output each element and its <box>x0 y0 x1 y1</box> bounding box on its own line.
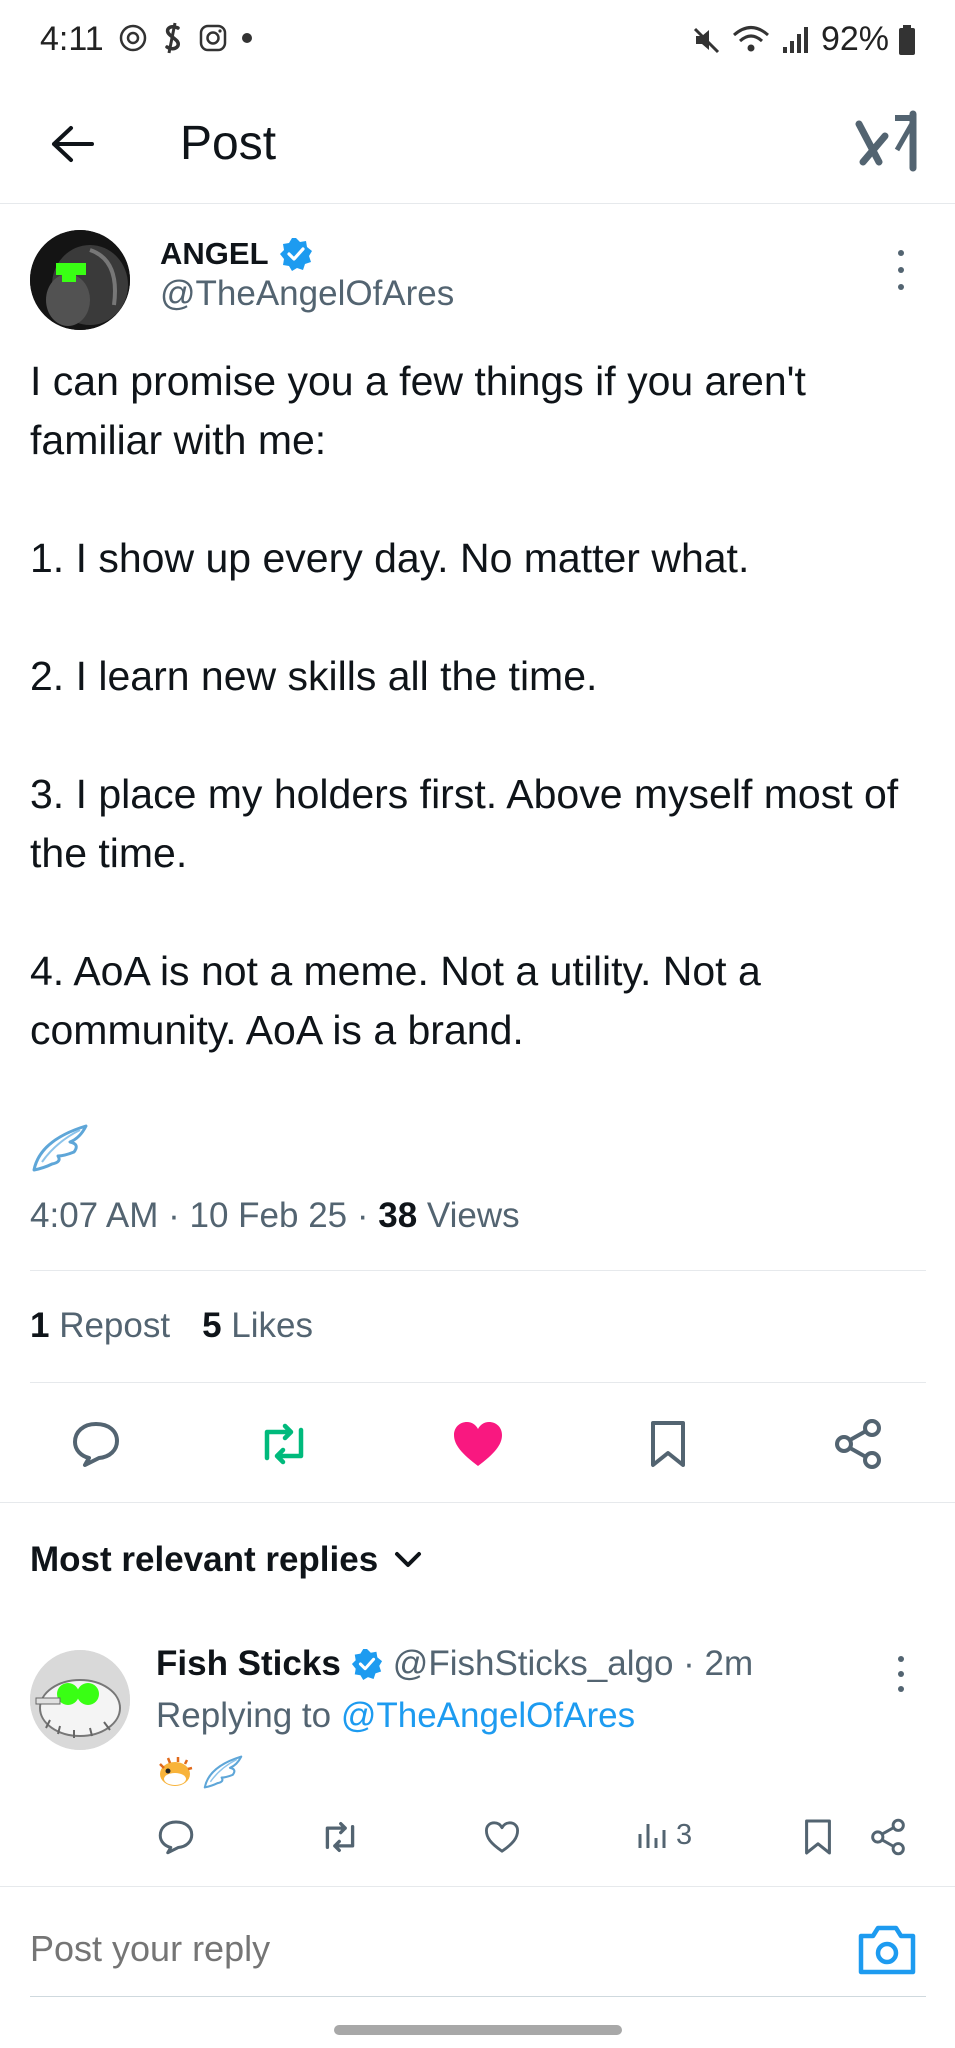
camera-icon <box>858 1925 916 1975</box>
reply-repost-button[interactable] <box>315 1812 365 1862</box>
dollar-icon <box>165 22 180 54</box>
reply-views-button[interactable]: 3 <box>636 1818 692 1852</box>
wifi-icon <box>732 25 769 51</box>
like-button[interactable] <box>448 1414 508 1474</box>
reply-button[interactable] <box>66 1414 126 1474</box>
avatar-image <box>30 230 130 330</box>
likes-label: Likes <box>221 1306 313 1345</box>
home-indicator[interactable] <box>334 2025 622 2035</box>
reply-author-name[interactable]: Fish Sticks <box>156 1644 341 1684</box>
share-icon <box>835 1419 881 1469</box>
bookmark-icon <box>651 1421 685 1467</box>
reposts-label: Repost <box>49 1306 171 1345</box>
status-system-icons: 92% <box>691 20 915 59</box>
likes-count: 5 <box>202 1306 222 1345</box>
camera-button[interactable] <box>855 1920 919 1980</box>
reply-input[interactable] <box>30 1928 790 1970</box>
instagram-icon <box>199 24 227 52</box>
pufferfish-emoji-icon <box>159 1757 193 1786</box>
post-action-bar <box>0 1410 955 1480</box>
repost-button[interactable] <box>254 1414 314 1474</box>
views-count: 38 <box>378 1196 418 1235</box>
reply-action-bar: 3 <box>0 1812 955 1872</box>
reply-comment-button[interactable] <box>151 1812 201 1862</box>
reposts-count: 1 <box>30 1306 50 1345</box>
replies-sort-dropdown[interactable]: Most relevant replies <box>30 1540 422 1580</box>
battery-icon <box>899 24 915 55</box>
x-logo-icon[interactable] <box>855 110 921 176</box>
divider <box>30 1270 926 1271</box>
reposts-stat[interactable]: 1 Repost <box>30 1306 170 1346</box>
arrow-left-icon <box>52 126 94 162</box>
post-timestamp: 4:07 AM · 10 Feb 25 · <box>30 1196 379 1235</box>
bookmark-button[interactable] <box>638 1414 698 1474</box>
author-avatar[interactable] <box>30 230 130 330</box>
reply-handle-time[interactable]: @FishSticks_algo · 2m <box>393 1644 753 1684</box>
comment-icon <box>158 1820 194 1855</box>
reply-header: Fish Sticks @FishSticks_algo · 2m <box>156 1644 753 1684</box>
divider <box>30 1382 926 1383</box>
post-text: I can promise you a few things if you ar… <box>30 358 899 1053</box>
heart-filled-icon <box>454 1422 502 1466</box>
target-icon <box>119 24 147 52</box>
more-dot <box>898 1671 904 1677</box>
more-dot <box>898 1686 904 1692</box>
divider <box>0 1886 955 1887</box>
author-name[interactable]: ANGEL <box>160 236 313 272</box>
status-time: 4:11 <box>40 20 104 58</box>
chevron-down-icon <box>395 1552 422 1567</box>
status-bar: 4:11 92% <box>0 0 955 86</box>
replying-to: Replying to @TheAngelOfAres <box>156 1696 635 1736</box>
bookmark-icon <box>805 1819 831 1855</box>
reply-text <box>156 1752 244 1792</box>
share-icon <box>871 1818 905 1856</box>
replies-sort-label: Most relevant replies <box>30 1540 379 1579</box>
engagement-stats: 1 Repost 5 Likes <box>30 1306 313 1346</box>
more-dot <box>898 250 904 256</box>
reply-views-count: 3 <box>676 1818 693 1851</box>
battery-percent: 92% <box>820 20 889 58</box>
signal-icon <box>782 26 808 53</box>
page-title: Post <box>180 117 277 170</box>
more-options-button[interactable] <box>891 250 911 290</box>
verified-badge-icon <box>351 1648 382 1680</box>
reply-avatar[interactable] <box>30 1650 130 1750</box>
views-label: Views <box>417 1196 520 1235</box>
more-dot <box>898 267 904 273</box>
divider <box>0 1502 955 1503</box>
wing-emoji-icon <box>32 1124 88 1172</box>
author-handle[interactable]: @TheAngelOfAres <box>160 274 454 314</box>
status-notification-icons <box>118 22 254 54</box>
replying-prefix: Replying to <box>156 1696 341 1735</box>
author-name-text: ANGEL <box>160 236 269 271</box>
replying-to-link[interactable]: @TheAngelOfAres <box>341 1696 635 1735</box>
back-button[interactable] <box>42 114 102 174</box>
composer-underline <box>30 1996 926 1997</box>
mute-icon <box>693 27 719 53</box>
comment-icon <box>73 1422 119 1467</box>
heart-icon <box>484 1821 519 1853</box>
post-meta: 4:07 AM · 10 Feb 25 · 38 Views <box>30 1196 520 1236</box>
share-button[interactable] <box>828 1414 888 1474</box>
reply-bookmark-button[interactable] <box>793 1812 843 1862</box>
dot-icon <box>242 33 252 43</box>
repost-icon <box>264 1423 304 1465</box>
reply-share-button[interactable] <box>863 1812 913 1862</box>
reply-more-options-button[interactable] <box>891 1656 911 1692</box>
pufferfish-avatar-image <box>30 1650 130 1750</box>
post-header: Post <box>0 86 955 204</box>
more-dot <box>898 284 904 290</box>
likes-stat[interactable]: 5 Likes <box>202 1306 313 1346</box>
reply-like-button[interactable] <box>477 1812 527 1862</box>
verified-badge-icon <box>279 238 312 271</box>
repost-icon <box>325 1822 355 1852</box>
wing-emoji-icon <box>203 1755 243 1789</box>
more-dot <box>898 1656 904 1662</box>
analytics-icon <box>638 1824 666 1848</box>
